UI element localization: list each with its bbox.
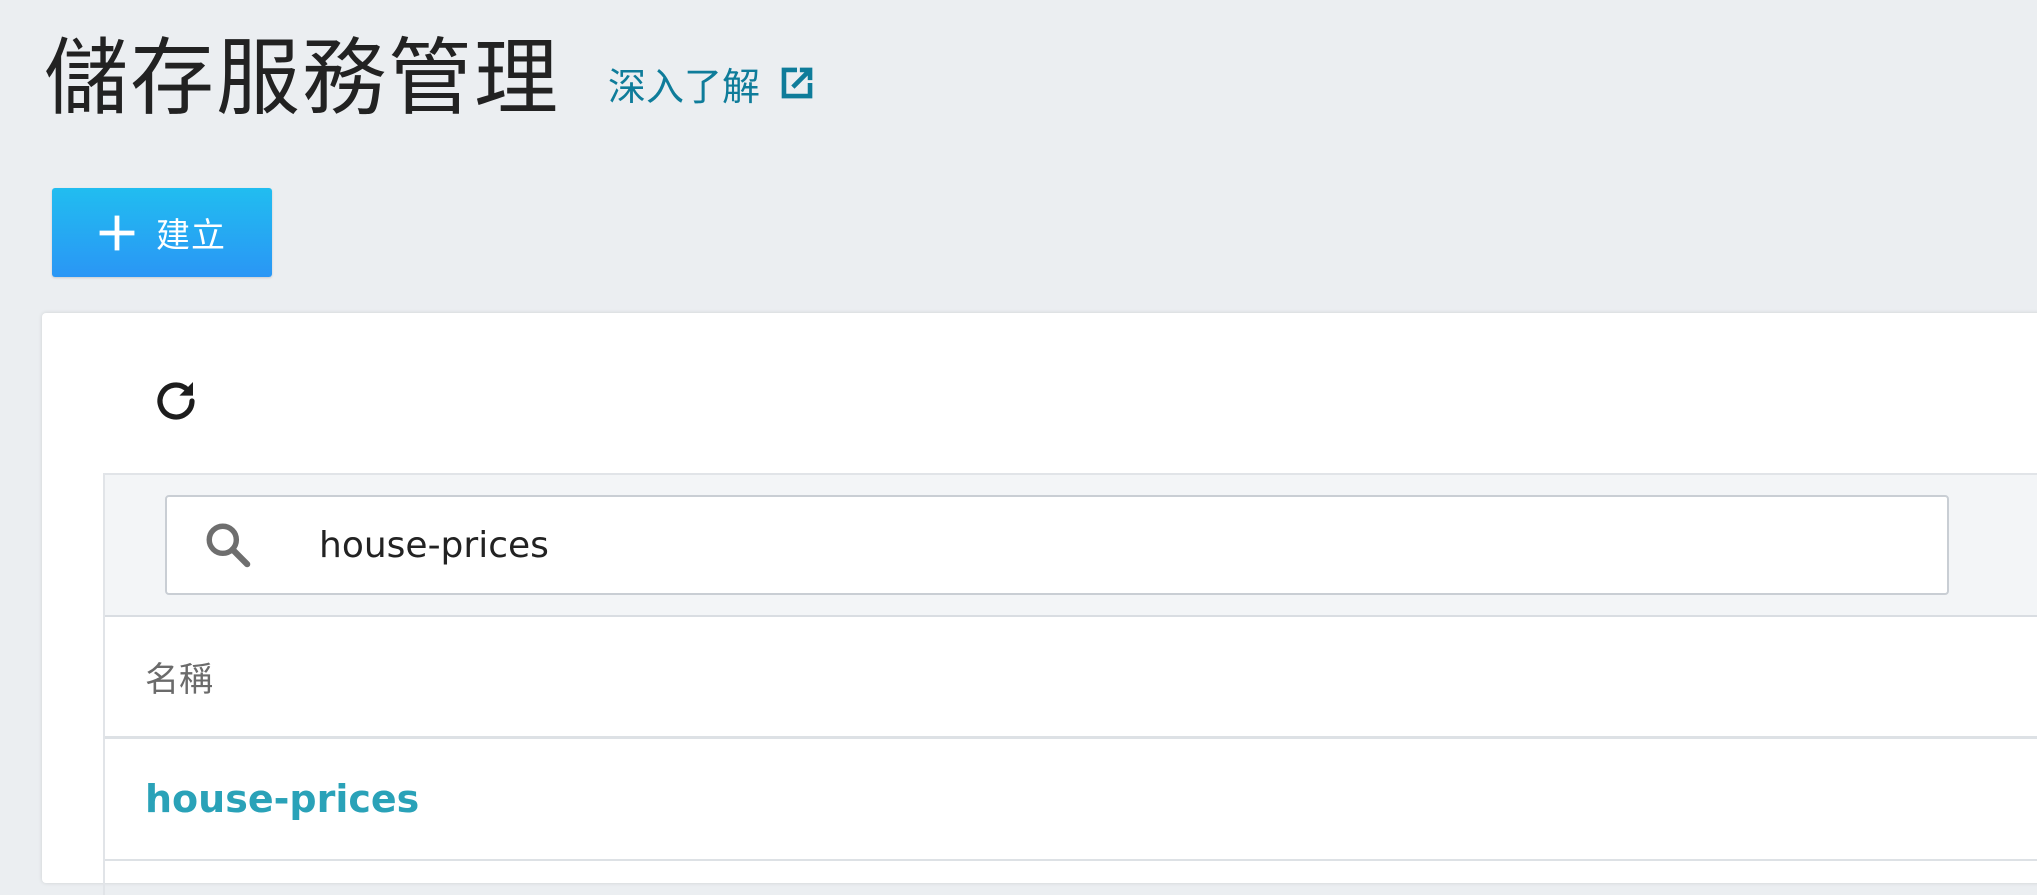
table-header-row: 名稱 xyxy=(105,617,2037,739)
page-header: 儲存服務管理 深入了解 xyxy=(44,28,820,128)
external-link-icon xyxy=(781,67,813,99)
search-box[interactable] xyxy=(165,495,1949,595)
search-icon xyxy=(206,523,251,568)
table-row: house-prices xyxy=(105,739,2037,861)
search-input[interactable] xyxy=(319,515,1819,575)
search-bar xyxy=(105,475,2037,617)
page-title: 儲存服務管理 xyxy=(44,29,561,127)
column-header-name[interactable]: 名稱 xyxy=(145,652,213,701)
refresh-icon xyxy=(157,382,195,420)
create-button-label: 建立 xyxy=(156,217,226,255)
learn-more-link[interactable]: 深入了解 xyxy=(608,56,820,111)
storage-list-panel: 名稱 house-prices xyxy=(42,313,2037,895)
storage-table: 名稱 house-prices xyxy=(103,473,2037,895)
refresh-button[interactable] xyxy=(140,365,212,437)
plus-icon xyxy=(99,215,135,250)
storage-name-link[interactable]: house-prices xyxy=(145,777,419,821)
learn-more-label: 深入了解 xyxy=(608,64,761,109)
create-button[interactable]: 建立 xyxy=(52,188,272,277)
